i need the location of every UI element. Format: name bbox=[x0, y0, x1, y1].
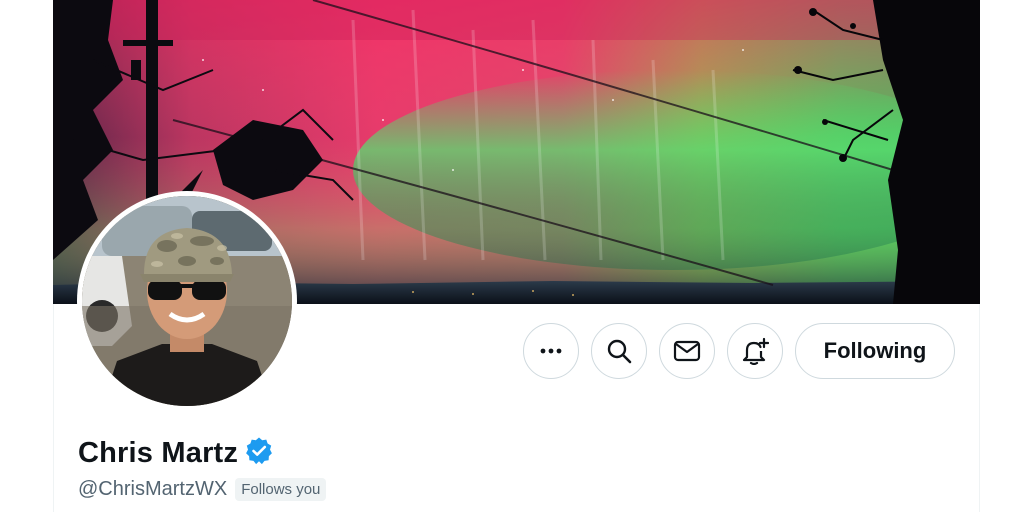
more-button[interactable] bbox=[523, 323, 579, 379]
profile-handle-row: @ChrisMartzWX Follows you bbox=[78, 478, 327, 501]
display-name: Chris Martz bbox=[78, 437, 239, 469]
more-horizontal-icon bbox=[538, 338, 564, 364]
message-button[interactable] bbox=[659, 323, 715, 379]
profile-name-row: Chris Martz bbox=[78, 436, 274, 471]
follows-you-badge: Follows you bbox=[235, 478, 327, 501]
bell-plus-icon bbox=[741, 337, 769, 365]
search-icon bbox=[606, 338, 632, 364]
notifications-button[interactable] bbox=[727, 323, 783, 379]
search-button[interactable] bbox=[591, 323, 647, 379]
following-button[interactable]: Following bbox=[795, 323, 955, 379]
profile-handle: @ChrisMartzWX bbox=[78, 478, 228, 500]
mail-icon bbox=[673, 338, 701, 364]
verified-badge-icon[interactable] bbox=[244, 436, 274, 471]
profile-avatar[interactable] bbox=[77, 191, 297, 411]
avatar-photo bbox=[82, 196, 292, 406]
following-button-label: Following bbox=[823, 338, 927, 363]
profile-page: Following Chris Martz @ChrisMartzWX Foll… bbox=[0, 0, 1024, 512]
profile-actions: Following bbox=[523, 323, 955, 379]
